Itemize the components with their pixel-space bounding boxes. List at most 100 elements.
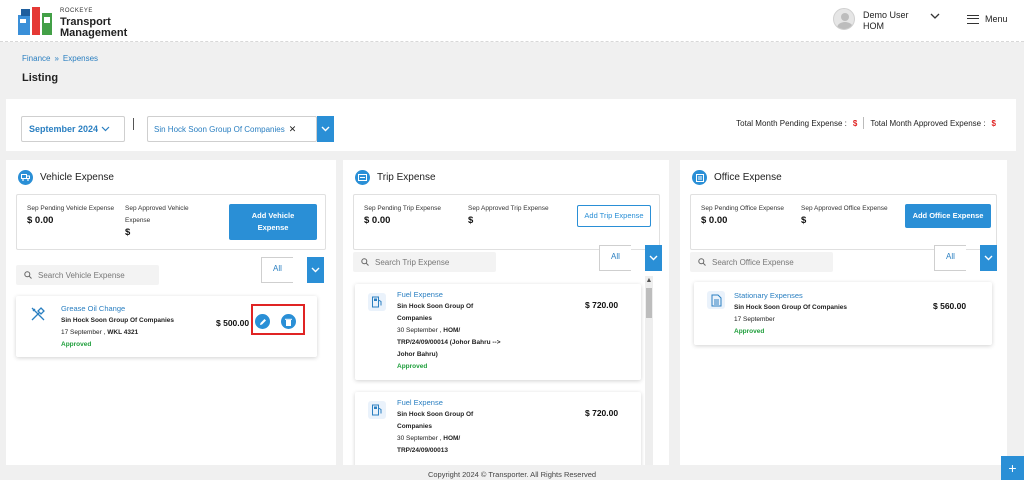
menu-label: Menu: [985, 14, 1008, 24]
card-details: Grease Oil Change Sin Hock Soon Group Of…: [61, 303, 221, 351]
expense-title[interactable]: Grease Oil Change: [61, 303, 221, 315]
trip-status-filter[interactable]: All: [599, 245, 631, 271]
user-info[interactable]: Demo User HOM: [863, 10, 909, 32]
user-role: HOM: [863, 21, 884, 31]
add-office-expense-button[interactable]: Add Office Expense: [905, 204, 991, 228]
search-icon: [361, 258, 369, 266]
user-menu-chevron-icon[interactable]: [930, 12, 940, 23]
expense-company-line-1: Sin Hock Soon Group Of: [397, 411, 474, 418]
vehicle-status-filter[interactable]: All: [261, 257, 293, 283]
expense-date: 17 September: [734, 316, 775, 323]
trip-filter-dropdown-button[interactable]: [645, 245, 662, 271]
expense-amount: $ 720.00: [585, 300, 619, 310]
filter-bar: September 2024 Sin Hock Soon Group Of Co…: [6, 99, 1016, 151]
clear-company-icon[interactable]: ✕: [289, 124, 297, 135]
search-placeholder: Search Office Expense: [712, 257, 794, 267]
add-floating-button[interactable]: +: [1001, 456, 1024, 480]
company-logo[interactable]: [16, 5, 54, 37]
trip-search-input[interactable]: Search Trip Expense: [353, 252, 496, 272]
trip-ref-line-1: HOM/: [443, 327, 461, 334]
expense-company: Sin Hock Soon Group Of Companies: [61, 317, 175, 324]
vehicle-search-input[interactable]: Search Vehicle Expense: [16, 265, 159, 285]
office-summary: Sep Pending Office Expense $ 0.00 Sep Ap…: [690, 194, 997, 250]
approved-summary: Sep Approved Vehicle Expense $: [125, 203, 215, 239]
approved-label: Sep Approved Trip Expense: [468, 205, 549, 212]
search-placeholder: Search Trip Expense: [375, 257, 450, 267]
divider: [863, 117, 865, 129]
trip-icon: [355, 170, 370, 185]
approved-label: Sep Approved Vehicle Expense: [125, 205, 189, 224]
expense-title[interactable]: Fuel Expense: [397, 289, 567, 301]
expense-vehicle-ref: WKL 4321: [107, 329, 139, 336]
status-badge: Approved: [61, 341, 92, 348]
expense-title[interactable]: Fuel Expense: [397, 397, 567, 409]
user-name: Demo User: [863, 10, 909, 20]
breadcrumb-finance[interactable]: Finance: [22, 54, 50, 63]
scroll-up-icon[interactable]: ▲: [645, 276, 653, 285]
expense-company-line-1: Sin Hock Soon Group Of: [397, 303, 474, 310]
add-trip-expense-button[interactable]: Add Trip Expense: [577, 205, 651, 227]
hamburger-icon: [967, 14, 979, 24]
company-dropdown-button[interactable]: [317, 116, 334, 142]
expense-amount: $ 500.00: [216, 318, 250, 328]
trip-summary: Sep Pending Trip Expense $ 0.00 Sep Appr…: [353, 194, 660, 250]
expense-amount: $ 560.00: [933, 301, 967, 311]
vehicle-filter-dropdown-button[interactable]: [307, 257, 324, 283]
total-pending-value: $: [852, 118, 858, 128]
search-icon: [24, 271, 32, 279]
fuel-icon: [368, 293, 386, 311]
trip-list-scrollbar[interactable]: ▲: [645, 276, 653, 465]
office-filter-dropdown-button[interactable]: [980, 245, 997, 271]
expense-card[interactable]: Fuel Expense Sin Hock Soon Group Of Comp…: [355, 284, 641, 380]
month-totals: Total Month Pending Expense : $ Total Mo…: [736, 117, 996, 129]
breadcrumb-expenses[interactable]: Expenses: [63, 54, 98, 63]
approved-summary: Sep Approved Office Expense $: [801, 203, 911, 227]
document-icon: [707, 291, 725, 309]
expense-card[interactable]: Fuel Expense Sin Hock Soon Group Of Comp…: [355, 392, 641, 465]
total-approved-value: $: [991, 118, 996, 128]
expense-amount: $ 720.00: [585, 408, 619, 418]
top-header: ROCKEYE Transport Management Demo User H…: [0, 0, 1024, 42]
month-value: September 2024: [29, 124, 99, 134]
expense-company: Sin Hock Soon Group Of Companies: [734, 304, 848, 311]
vehicle-summary: Sep Pending Vehicle Expense $ 0.00 Sep A…: [16, 194, 326, 250]
chevron-down-icon: [649, 255, 658, 261]
trip-ref-line-1: HOM/: [443, 435, 461, 442]
panel-header: Vehicle Expense: [18, 170, 114, 185]
expense-date: 17 September ,: [61, 329, 106, 336]
user-avatar-icon[interactable]: [833, 8, 855, 30]
pending-label: Sep Pending Office Expense: [701, 205, 784, 212]
office-status-filter[interactable]: All: [934, 245, 966, 271]
expense-company-line-2: Companies: [397, 315, 433, 322]
office-expense-panel: Office Expense Sep Pending Office Expens…: [680, 160, 1007, 465]
status-badge: Approved: [397, 363, 428, 370]
expense-card[interactable]: Grease Oil Change Sin Hock Soon Group Of…: [16, 296, 317, 357]
menu-button[interactable]: Menu: [967, 14, 1008, 24]
brand-line-2: Management: [60, 27, 128, 39]
chevron-down-icon: [321, 126, 330, 132]
office-search-input[interactable]: Search Office Expense: [690, 252, 833, 272]
page-title: Listing: [22, 72, 59, 84]
card-details: Fuel Expense Sin Hock Soon Group Of Comp…: [397, 397, 567, 457]
total-pending-label: Total Month Pending Expense :: [736, 118, 847, 128]
panel-header: Trip Expense: [355, 170, 436, 185]
company-select[interactable]: Sin Hock Soon Group Of Companies ✕: [147, 116, 317, 142]
total-approved-label: Total Month Approved Expense :: [870, 118, 986, 128]
trip-ref-line-3: Johor Bahru): [397, 351, 438, 358]
pending-summary: Sep Pending Office Expense $ 0.00: [701, 203, 801, 227]
add-vehicle-expense-button[interactable]: Add Vehicle Expense: [229, 204, 317, 240]
vehicle-expense-panel: Vehicle Expense Sep Pending Vehicle Expe…: [6, 160, 336, 465]
expense-card[interactable]: Stationary Expenses Sin Hock Soon Group …: [694, 282, 992, 345]
month-picker[interactable]: September 2024: [21, 116, 125, 142]
pending-summary: Sep Pending Vehicle Expense $ 0.00: [27, 203, 117, 227]
breadcrumb-separator-icon: »: [54, 54, 59, 63]
pending-value: $ 0.00: [701, 215, 728, 226]
trip-expense-panel: Trip Expense Sep Pending Trip Expense $ …: [343, 160, 669, 465]
expense-title[interactable]: Stationary Expenses: [734, 290, 904, 302]
trip-ref-line-2: TRP/24/09/00014 (Johor Bahru -->: [397, 339, 501, 346]
scrollbar-thumb[interactable]: [646, 288, 652, 318]
selection-highlight: [251, 304, 305, 335]
panel-title: Vehicle Expense: [40, 172, 114, 183]
panel-title: Office Expense: [714, 172, 782, 183]
card-details: Stationary Expenses Sin Hock Soon Group …: [734, 290, 904, 338]
